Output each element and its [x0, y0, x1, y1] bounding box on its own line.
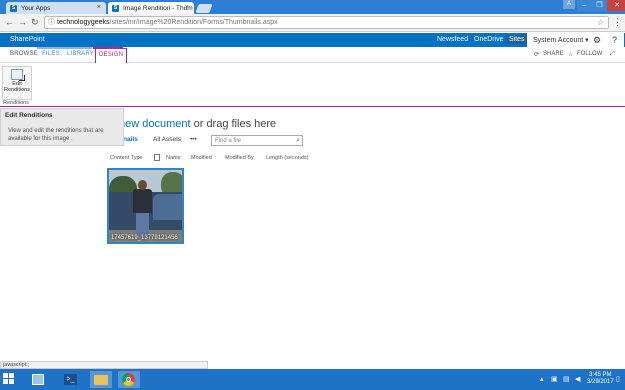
document-type-icon	[154, 154, 160, 161]
more-views-button[interactable]: •••	[190, 136, 197, 143]
tab-your-apps[interactable]: S Your Apps ×	[6, 2, 106, 14]
newsfeed-link[interactable]: Newsfeed	[437, 36, 468, 43]
browser-status-bar: javascript:;	[0, 361, 208, 369]
close-window-icon[interactable]: ✕	[607, 0, 625, 11]
clock-time: 3:45 PM	[589, 372, 612, 378]
close-tab-icon[interactable]: ×	[97, 4, 101, 11]
sharepoint-brand[interactable]: SharePoint	[10, 36, 45, 43]
url-input[interactable]: ⓘ technologygeeks/sites/mr/Image%20Rendi…	[44, 16, 609, 29]
ribbon-tabs: BROWSE FILES LIBRARY DESIGN ⟳ SHARE ☆ FO…	[0, 47, 625, 63]
search-placeholder: Find a file	[215, 138, 242, 144]
renditions-group-label: Renditions	[3, 100, 29, 106]
minimize-icon[interactable]: –	[577, 0, 592, 11]
photo-person	[138, 180, 147, 190]
find-file-search-input[interactable]: Find a file ⌕	[211, 135, 303, 146]
notifications-icon[interactable]: ▯	[616, 375, 620, 383]
col-content-type[interactable]: Content Type	[110, 155, 143, 161]
photo-person	[136, 212, 149, 236]
gear-icon[interactable]: ⚙	[593, 35, 601, 46]
col-modified-by[interactable]: Modified By	[225, 155, 254, 161]
restore-icon[interactable]: ❐	[592, 0, 607, 11]
follow-button[interactable]: FOLLOW	[577, 51, 602, 57]
photo-car	[153, 194, 182, 220]
url-host: technologygeeks	[57, 19, 110, 26]
tab-library[interactable]: LIBRARY	[67, 51, 94, 57]
browser-titlebar: S Your Apps × S Image Rendition - Thum ×…	[0, 0, 625, 14]
col-name[interactable]: Name	[166, 155, 181, 161]
image-thumbnail[interactable]: 17457619_13779121456	[107, 168, 184, 244]
tooltip-body: View and edit the renditions that are av…	[8, 128, 104, 142]
sites-link[interactable]: Sites	[506, 35, 528, 44]
thumbnail-filename: 17457619_13779121456	[111, 235, 178, 241]
sharepoint-favicon-icon: S	[112, 4, 119, 12]
url-path: /sites/mr/Image%20Rendition/Forms/Thumbn…	[109, 19, 278, 26]
onedrive-link[interactable]: OneDrive	[474, 36, 504, 43]
help-icon[interactable]: ?	[612, 35, 617, 45]
close-tab-icon[interactable]: ×	[185, 4, 189, 11]
share-icon[interactable]: ⟳	[534, 51, 539, 58]
start-windows-icon[interactable]	[3, 373, 15, 385]
ribbon-content: Edit Renditions Renditions	[0, 63, 625, 107]
tab-files[interactable]: FILES	[42, 51, 60, 57]
col-modified[interactable]: Modified	[191, 155, 212, 161]
tab-image-rendition[interactable]: S Image Rendition - Thum ×	[108, 2, 194, 14]
clock-date: 3/29/2017	[587, 379, 614, 385]
focus-content-icon[interactable]: ⤢	[610, 51, 615, 58]
edit-renditions-button[interactable]: Edit Renditions	[2, 66, 32, 100]
bookmark-star-icon[interactable]: ☆	[597, 17, 604, 29]
windows-taskbar: >_ ▴ ▣ ▤ ◀ 3:45 PM 3/29/2017 ▯	[0, 369, 625, 390]
photo-person	[133, 189, 152, 213]
tooltip-title: Edit Renditions	[5, 112, 53, 119]
drag-files-text: or drag files here	[190, 118, 277, 130]
account-menu[interactable]: System Account ▾	[527, 33, 595, 47]
powershell-icon[interactable]: >_	[60, 371, 82, 388]
follow-star-icon[interactable]: ☆	[568, 51, 573, 58]
server-manager-icon[interactable]	[28, 371, 50, 388]
address-bar-row: ← → ↻ ⓘ technologygeeks/sites/mr/Image%2…	[0, 14, 625, 32]
edit-renditions-tooltip: Edit Renditions View and edit the rendit…	[0, 108, 124, 146]
tab-browse[interactable]: BROWSE	[10, 51, 38, 57]
tray-app-icon[interactable]: ▣	[551, 375, 558, 383]
suite-bar: SharePoint Newsfeed OneDrive Sites Syste…	[0, 33, 625, 47]
file-explorer-icon[interactable]	[90, 371, 112, 388]
col-length-seconds[interactable]: Length (seconds)	[266, 155, 309, 161]
tray-chevron-icon[interactable]: ▴	[540, 375, 544, 383]
search-icon[interactable]: ⌕	[296, 136, 300, 146]
library-tools-bar	[37, 47, 92, 49]
sharepoint-favicon-icon: S	[10, 4, 17, 12]
tab-title: Your Apps	[21, 4, 51, 12]
chrome-icon[interactable]	[118, 371, 140, 388]
volume-icon[interactable]: ◀	[575, 375, 580, 383]
tab-title: Image Rendition - Thum	[123, 4, 193, 12]
drag-files-prompt: new document or drag files here	[119, 118, 276, 130]
new-document-link[interactable]: new document	[119, 118, 191, 130]
edit-renditions-icon	[11, 69, 25, 81]
back-icon[interactable]: ←	[5, 17, 14, 27]
page-info-icon[interactable]: ⓘ	[48, 17, 55, 29]
system-clock[interactable]: 3:45 PM 3/29/2017	[587, 372, 614, 386]
share-button[interactable]: SHARE	[543, 51, 564, 57]
reload-icon[interactable]: ↻	[31, 17, 39, 28]
tab-design[interactable]: DESIGN	[95, 48, 128, 63]
network-icon[interactable]: ▤	[563, 375, 570, 383]
browser-menu-icon[interactable]: ⋮	[613, 17, 622, 28]
forward-icon[interactable]: →	[18, 17, 27, 27]
edit-renditions-label-2: Renditions	[4, 87, 30, 93]
window-controls: – ❐ ✕	[577, 0, 625, 11]
view-all-assets[interactable]: All Assets	[153, 136, 181, 143]
new-tab-button[interactable]	[195, 4, 213, 13]
user-profile-badge[interactable]: A	[563, 0, 575, 9]
